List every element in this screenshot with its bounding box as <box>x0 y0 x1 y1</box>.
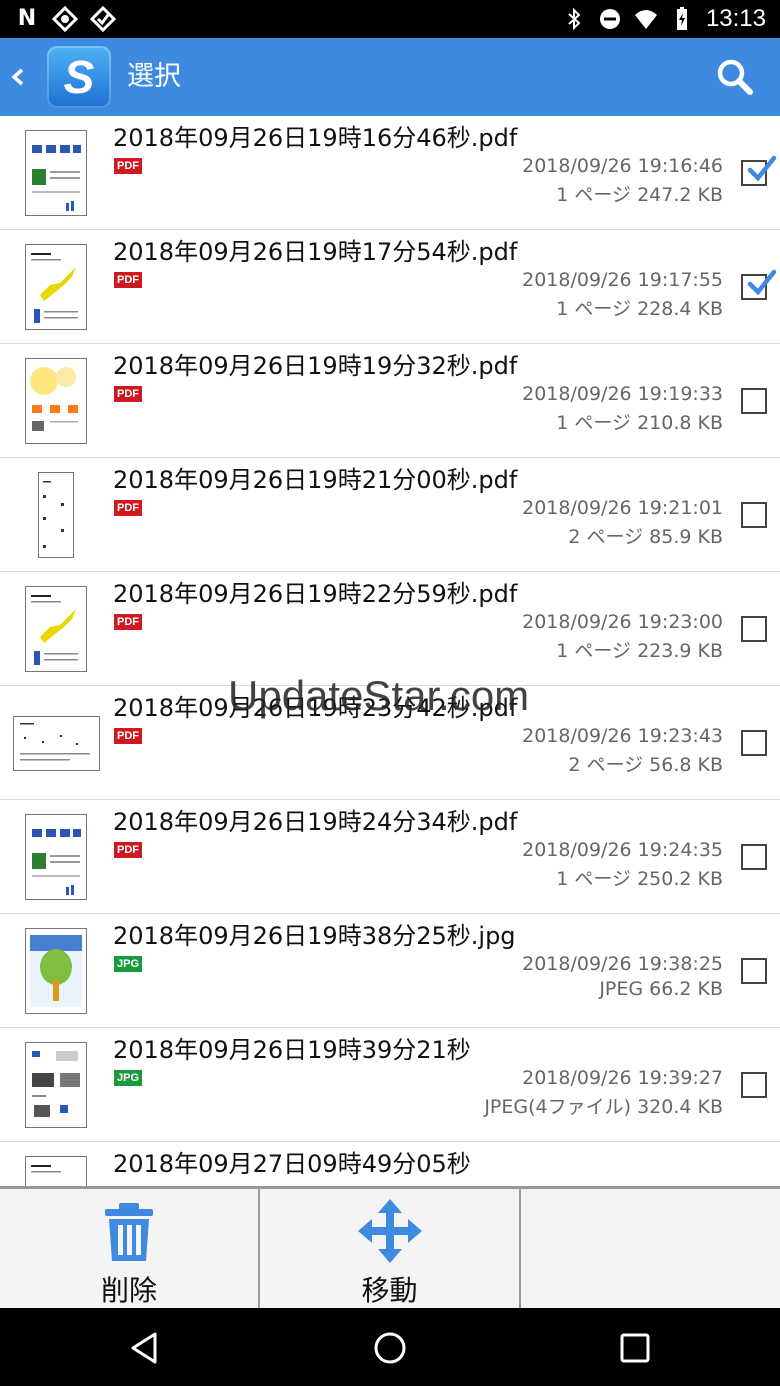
checkmark-icon <box>747 269 777 296</box>
app-logo: S <box>47 46 111 108</box>
jpg-badge-icon: JPG <box>114 956 143 972</box>
file-thumbnail <box>13 716 100 771</box>
file-name: 2018年09月26日19時24分34秒.pdf <box>113 808 518 836</box>
list-item[interactable]: 2018年09月26日19時19分32秒.pdf PDF 2018/09/26 … <box>0 344 780 458</box>
file-date: 2018/09/26 19:24:35 <box>522 839 723 861</box>
file-name: 2018年09月26日19時38分25秒.jpg <box>113 922 516 950</box>
file-date: 2018/09/26 19:17:55 <box>522 269 723 291</box>
watermark: UpdateStar.com <box>228 672 530 719</box>
file-date: 2018/09/26 19:39:27 <box>522 1067 723 1089</box>
move-button[interactable]: 移動 <box>260 1189 521 1308</box>
select-checkbox[interactable] <box>741 155 777 186</box>
select-checkbox[interactable] <box>741 730 767 756</box>
jpg-multi-badge-icon: JPG <box>114 1070 143 1086</box>
select-checkbox[interactable] <box>741 616 767 642</box>
app-bar: S 選択 <box>0 38 780 116</box>
select-checkbox[interactable] <box>741 1072 767 1098</box>
system-nav-bar <box>0 1308 780 1386</box>
search-icon <box>717 59 753 95</box>
file-thumbnail <box>25 586 87 672</box>
file-list: 2018年09月26日19時16分46秒.pdf PDF 2018/09/26 … <box>0 116 780 1186</box>
file-name: 2018年09月26日19時21分00秒.pdf <box>113 466 518 494</box>
checkmark-icon <box>747 155 777 182</box>
pdf-badge-icon: PDF <box>114 500 142 516</box>
action-bar: 削除 移動 <box>0 1186 780 1308</box>
battery-icon <box>676 7 687 30</box>
status-bar: N 13:13 <box>0 0 780 38</box>
file-thumbnail <box>25 1042 87 1128</box>
nav-back-icon[interactable] <box>125 1328 165 1368</box>
list-item[interactable]: 2018年09月26日19時38分25秒.jpg JPG 2018/09/26 … <box>0 914 780 1028</box>
file-date: 2018/09/26 19:23:00 <box>522 611 723 633</box>
file-thumbnail <box>25 928 87 1014</box>
list-item[interactable]: 2018年09月26日19時16分46秒.pdf PDF 2018/09/26 … <box>0 116 780 230</box>
pdf-badge-icon: PDF <box>114 728 142 744</box>
clock: 13:13 <box>705 5 766 32</box>
list-item[interactable]: 2018年09月27日09時49分05秒 <box>0 1142 780 1186</box>
list-item[interactable]: 2018年09月26日19時22分59秒.pdf PDF 2018/09/26 … <box>0 572 780 686</box>
file-thumbnail <box>25 244 87 330</box>
file-info: 1 ページ 210.8 KB <box>556 412 723 434</box>
empty-action-slot <box>521 1189 780 1308</box>
file-thumbnail <box>25 1156 87 1186</box>
list-item[interactable]: 2018年09月26日19時17分54秒.pdf PDF 2018/09/26 … <box>0 230 780 344</box>
select-checkbox[interactable] <box>741 502 767 528</box>
file-info: JPEG(4ファイル) 320.4 KB <box>484 1096 723 1118</box>
file-name: 2018年09月26日19時22分59秒.pdf <box>113 580 518 608</box>
search-button[interactable] <box>716 58 754 96</box>
pdf-badge-icon: PDF <box>114 614 142 630</box>
file-info: 2 ページ 56.8 KB <box>568 754 723 776</box>
file-info: 2 ページ 85.9 KB <box>568 526 723 548</box>
file-info: 1 ページ 250.2 KB <box>556 868 723 890</box>
pdf-badge-icon: PDF <box>114 386 142 402</box>
file-date: 2018/09/26 19:38:25 <box>522 953 723 975</box>
app-logo-letter: S <box>63 51 95 103</box>
list-item[interactable]: 2018年09月26日19時21分00秒.pdf PDF 2018/09/26 … <box>0 458 780 572</box>
back-button[interactable] <box>6 60 30 94</box>
list-item[interactable]: 2018年09月26日19時39分21秒 JPG 2018/09/26 19:3… <box>0 1028 780 1142</box>
file-date: 2018/09/26 19:16:46 <box>522 155 723 177</box>
pdf-badge-icon: PDF <box>114 272 142 288</box>
file-thumbnail <box>38 472 74 558</box>
file-date: 2018/09/26 19:23:43 <box>522 725 723 747</box>
file-name: 2018年09月26日19時16分46秒.pdf <box>113 124 518 152</box>
delete-label: 削除 <box>100 1274 157 1307</box>
select-checkbox[interactable] <box>741 388 767 414</box>
app-notification-icon <box>51 5 79 33</box>
chevron-left-icon <box>11 68 24 86</box>
file-date: 2018/09/26 19:19:33 <box>522 383 723 405</box>
file-name: 2018年09月26日19時19分32秒.pdf <box>113 352 518 380</box>
n-notification-icon: N <box>17 6 37 31</box>
pdf-badge-icon: PDF <box>114 158 142 174</box>
file-info: 1 ページ 247.2 KB <box>556 184 723 206</box>
move-arrows-icon <box>357 1199 422 1263</box>
nav-home-icon[interactable] <box>370 1328 410 1368</box>
file-thumbnail <box>25 130 87 216</box>
file-info: 1 ページ 228.4 KB <box>556 298 723 320</box>
notification-icons: N <box>14 5 117 33</box>
nav-recents-icon[interactable] <box>615 1328 655 1368</box>
list-item[interactable]: 2018年09月26日19時24分34秒.pdf PDF 2018/09/26 … <box>0 800 780 914</box>
delete-button[interactable]: 削除 <box>0 1189 260 1308</box>
file-date: 2018/09/26 19:21:01 <box>522 497 723 519</box>
file-info: 1 ページ 223.9 KB <box>556 640 723 662</box>
move-label: 移動 <box>361 1274 418 1307</box>
file-name: 2018年09月26日19時39分21秒 <box>113 1036 471 1064</box>
do-not-disturb-icon <box>599 9 620 29</box>
select-checkbox[interactable] <box>741 958 767 984</box>
wifi-icon <box>634 10 657 29</box>
trash-icon <box>105 1203 153 1261</box>
file-info: JPEG 66.2 KB <box>599 978 723 1000</box>
page-title: 選択 <box>127 61 181 92</box>
select-checkbox[interactable] <box>741 269 777 300</box>
pdf-badge-icon: PDF <box>114 842 142 858</box>
file-thumbnail <box>25 358 87 444</box>
select-checkbox[interactable] <box>741 844 767 870</box>
bluetooth-icon <box>568 7 581 31</box>
file-name: 2018年09月27日09時49分05秒 <box>113 1150 471 1178</box>
file-name: 2018年09月26日19時17分54秒.pdf <box>113 238 518 266</box>
app-notification-icon-2 <box>89 5 117 33</box>
file-thumbnail <box>25 814 87 900</box>
